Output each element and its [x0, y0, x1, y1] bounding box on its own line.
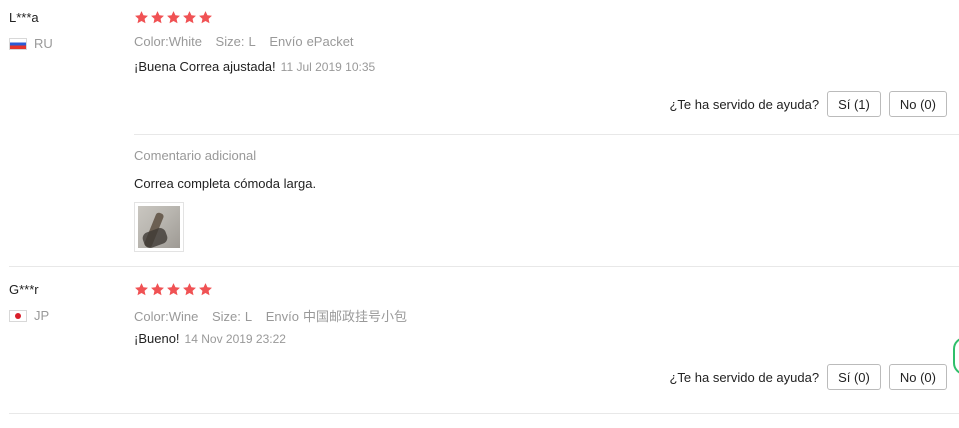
star-icon	[150, 282, 165, 297]
country-code: RU	[34, 36, 53, 51]
additional-feedback-text: Correa completa cómoda larga.	[134, 176, 317, 191]
star-icon	[182, 10, 197, 25]
strap-photo	[138, 206, 180, 248]
review-text: ¡Bueno! 14 Nov 2019 23:22	[134, 331, 286, 346]
buyer-name: G***r	[9, 282, 39, 297]
review-divider	[9, 413, 959, 414]
size-attribute: Size: L	[215, 34, 256, 49]
helpful-vote: ¿Te ha servido de ayuda? Sí (1) No (0)	[669, 91, 947, 117]
star-rating	[134, 282, 213, 297]
star-icon	[134, 282, 149, 297]
star-icon	[182, 282, 197, 297]
size-attribute: Size: L	[211, 309, 253, 324]
review-date: 14 Nov 2019 23:22	[184, 332, 286, 346]
helpful-no-button[interactable]: No (0)	[888, 91, 947, 117]
star-rating	[134, 10, 213, 25]
order-attributes: Color:White Size: L Envío ePacket	[134, 34, 364, 49]
shipping-attribute: Envío 中国邮政挂号小包	[265, 309, 407, 324]
color-attribute: Color:Wine	[134, 309, 199, 324]
color-attribute: Color:White	[134, 34, 202, 49]
japan-flag-icon	[9, 309, 27, 322]
star-icon	[198, 10, 213, 25]
helpful-no-button[interactable]: No (0)	[888, 364, 947, 390]
helpful-question: ¿Te ha servido de ayuda?	[669, 96, 820, 112]
floating-help-button[interactable]	[953, 337, 959, 375]
review-text: ¡Buena Correa ajustada! 11 Jul 2019 10:35	[134, 59, 376, 74]
star-icon	[134, 10, 149, 25]
helpful-question: ¿Te ha servido de ayuda?	[669, 369, 820, 385]
review-photo-thumbnail[interactable]	[134, 202, 184, 252]
star-icon	[166, 282, 181, 297]
divider	[134, 134, 959, 135]
star-icon	[150, 10, 165, 25]
helpful-yes-button[interactable]: Sí (1)	[827, 91, 881, 117]
star-icon	[198, 282, 213, 297]
buyer-country: RU	[9, 36, 53, 51]
buyer-name: L***a	[9, 10, 39, 25]
star-icon	[166, 10, 181, 25]
helpful-vote: ¿Te ha servido de ayuda? Sí (0) No (0)	[669, 364, 947, 390]
helpful-yes-button[interactable]: Sí (0)	[827, 364, 881, 390]
additional-feedback-label: Comentario adicional	[134, 148, 257, 163]
russia-flag-icon	[9, 37, 27, 50]
country-code: JP	[34, 308, 50, 323]
shipping-attribute: Envío ePacket	[269, 34, 354, 49]
order-attributes: Color:Wine Size: L Envío 中国邮政挂号小包	[134, 306, 417, 325]
buyer-country: JP	[9, 308, 49, 323]
review-date: 11 Jul 2019 10:35	[280, 60, 376, 74]
review-divider	[9, 266, 959, 267]
